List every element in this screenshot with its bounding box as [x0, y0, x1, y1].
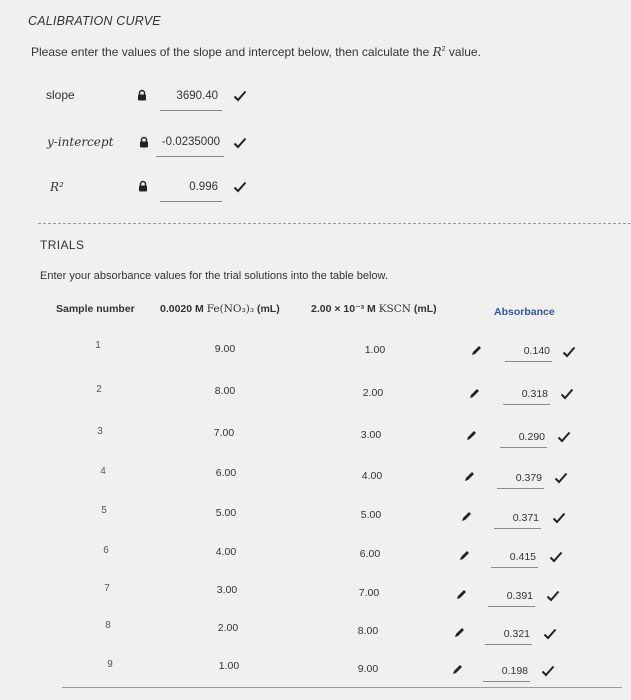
sample-number: 9 — [107, 659, 113, 670]
kscn-header-prefix: 2.00 × 10⁻³ M — [311, 303, 379, 315]
sample-number: 8 — [105, 620, 111, 631]
pencil-icon[interactable] — [453, 626, 466, 639]
trials-title: TRIALS — [40, 238, 85, 252]
fe-volume-cell: 5.00 — [215, 507, 237, 519]
pencil-icon[interactable] — [451, 663, 464, 676]
header-absorbance: Absorbance — [494, 306, 555, 318]
calibration-instructions: Please enter the values of the slope and… — [31, 45, 481, 59]
absorbance-field[interactable]: 0.379 — [497, 469, 544, 489]
kscn-volume-cell: 4.00 — [361, 470, 383, 482]
section-title: CALIBRATION CURVE — [28, 14, 161, 28]
slope-field[interactable]: 3690.40 — [160, 85, 222, 111]
kscn-volume-cell: 1.00 — [364, 344, 386, 356]
absorbance-field[interactable]: 0.371 — [494, 509, 541, 529]
pencil-icon[interactable] — [463, 470, 476, 483]
fe-header-unit: (mL) — [254, 303, 280, 315]
r-squared-symbol: R — [432, 45, 442, 59]
table-bottom-border — [62, 687, 622, 688]
section-divider — [38, 223, 631, 224]
sample-number: 7 — [104, 583, 110, 594]
kscn-volume-cell: 9.00 — [357, 663, 379, 675]
checkmark-icon — [541, 665, 555, 677]
checkmark-icon — [554, 472, 568, 484]
sample-number: 2 — [96, 384, 102, 395]
fe-volume-cell: 7.00 — [213, 427, 235, 439]
absorbance-field[interactable]: 0.290 — [500, 428, 547, 448]
sample-number: 6 — [103, 545, 109, 556]
checkmark-icon — [557, 431, 571, 443]
sample-number: 3 — [97, 426, 103, 437]
pencil-icon[interactable] — [458, 549, 471, 562]
lock-icon — [138, 89, 146, 101]
fe-volume-cell: 6.00 — [215, 467, 237, 479]
checkmark-icon — [233, 90, 247, 102]
fe-header-formula: Fe(NO₃)₃ — [206, 303, 255, 315]
absorbance-field[interactable]: 0.198 — [483, 662, 530, 682]
checkmark-icon — [233, 137, 247, 149]
header-sample-number: Sample number — [56, 303, 135, 315]
sample-number: 4 — [100, 466, 106, 477]
slope-label: slope — [46, 88, 75, 102]
kscn-volume-cell: 5.00 — [360, 509, 382, 521]
fe-header-prefix: 0.0020 M — [160, 303, 207, 315]
fe-volume-cell: 9.00 — [214, 343, 236, 355]
r-squared-field[interactable]: 0.996 — [160, 176, 222, 202]
checkmark-icon — [549, 551, 563, 563]
header-kscn-volume: 2.00 × 10⁻³ M KSCN (mL) — [311, 303, 437, 315]
checkmark-icon — [562, 346, 576, 358]
fe-volume-cell: 2.00 — [217, 622, 239, 634]
fe-volume-cell: 4.00 — [215, 546, 237, 558]
kscn-volume-cell: 2.00 — [362, 387, 384, 399]
fe-volume-cell: 8.00 — [214, 385, 236, 397]
absorbance-field[interactable]: 0.140 — [505, 342, 552, 362]
checkmark-icon — [546, 590, 560, 602]
kscn-volume-cell: 7.00 — [358, 587, 380, 599]
pencil-icon[interactable] — [470, 344, 483, 357]
checkmark-icon — [560, 388, 574, 400]
instructions-text-start: Please enter the values of the slope and… — [31, 45, 433, 59]
checkmark-icon — [552, 512, 566, 524]
absorbance-field[interactable]: 0.391 — [488, 587, 535, 607]
kscn-header-unit: (mL) — [410, 303, 437, 315]
r-squared-label: R² — [50, 180, 64, 194]
absorbance-field[interactable]: 0.321 — [485, 625, 532, 645]
checkmark-icon — [233, 181, 247, 193]
sample-number: 1 — [95, 340, 101, 351]
fe-volume-cell: 1.00 — [218, 660, 240, 672]
y-intercept-label: y-intercept — [47, 135, 114, 149]
y-intercept-field[interactable]: -0.0235000 — [156, 131, 224, 157]
checkmark-icon — [543, 628, 557, 640]
pencil-icon[interactable] — [468, 387, 481, 400]
header-fe-volume: 0.0020 M Fe(NO₃)₃ (mL) — [160, 303, 280, 315]
lock-icon — [140, 136, 148, 148]
fe-volume-cell: 3.00 — [216, 584, 238, 596]
pencil-icon[interactable] — [460, 510, 473, 523]
sample-number: 5 — [101, 505, 107, 516]
instructions-text-end: value. — [445, 45, 481, 59]
kscn-volume-cell: 6.00 — [359, 548, 381, 560]
kscn-volume-cell: 3.00 — [360, 429, 382, 441]
pencil-icon[interactable] — [465, 429, 478, 442]
absorbance-field[interactable]: 0.415 — [491, 548, 538, 568]
trials-instructions: Enter your absorbance values for the tri… — [40, 270, 388, 282]
lock-icon — [139, 180, 147, 192]
kscn-header-formula: KSCN — [378, 303, 411, 315]
pencil-icon[interactable] — [455, 588, 468, 601]
kscn-volume-cell: 8.00 — [357, 625, 379, 637]
absorbance-field[interactable]: 0.318 — [503, 385, 550, 405]
